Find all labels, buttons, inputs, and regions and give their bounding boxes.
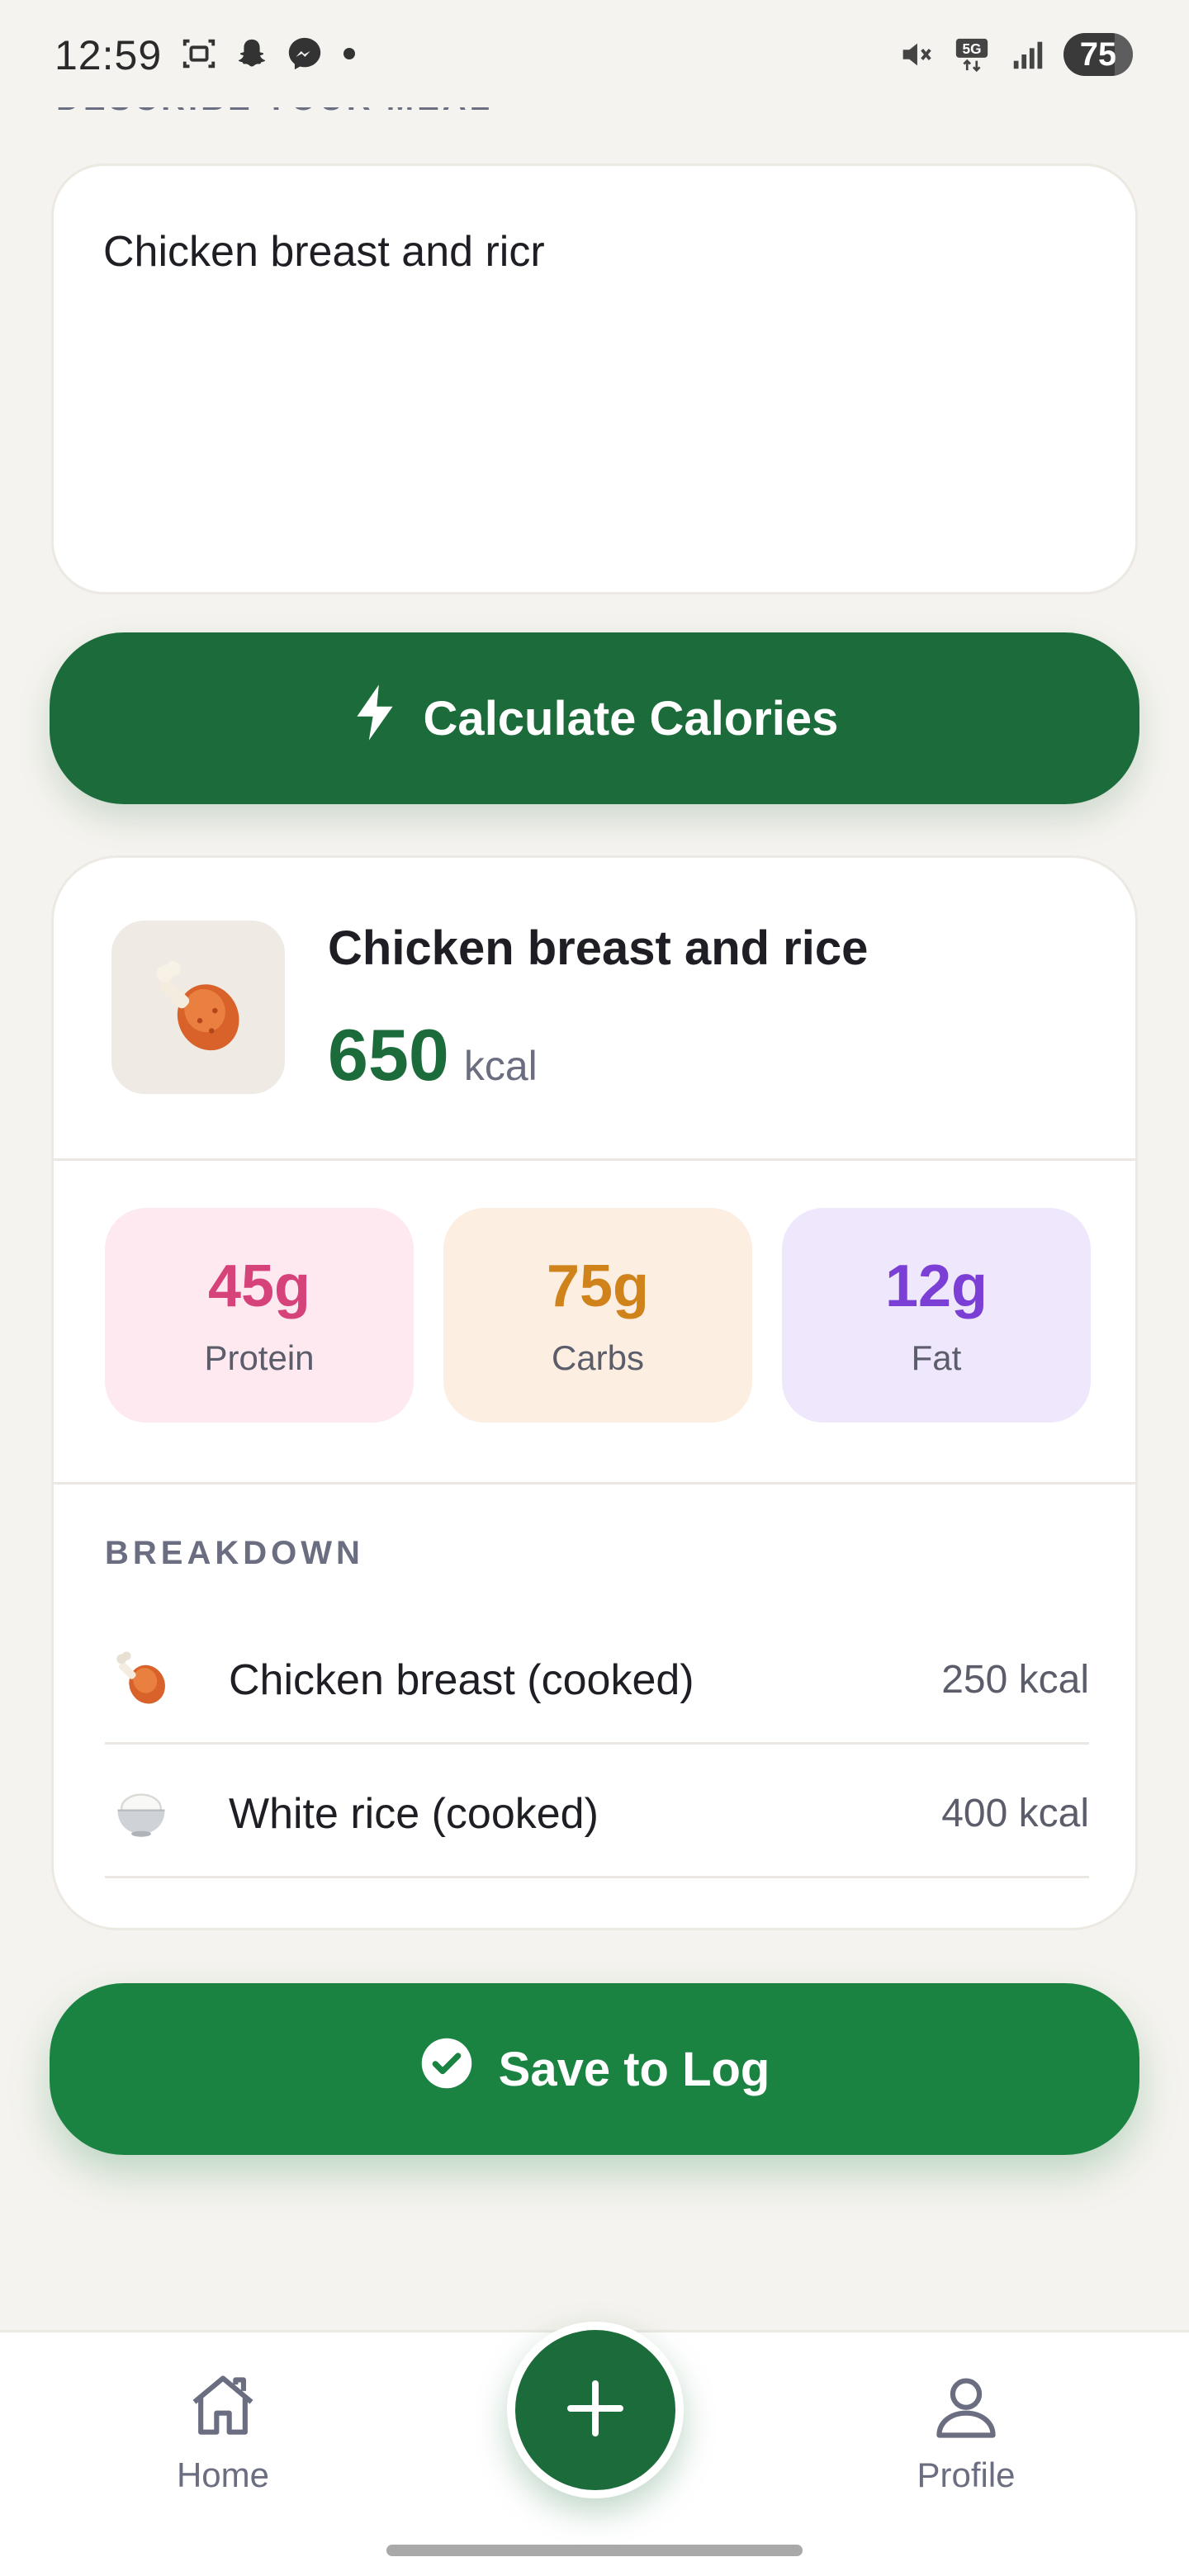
nav-profile[interactable]: Profile — [875, 2369, 1057, 2495]
check-circle-icon — [419, 2036, 474, 2102]
home-icon — [185, 2369, 261, 2449]
row-divider — [105, 1876, 1089, 1878]
calories-unit: kcal — [463, 1043, 538, 1089]
battery-level: 75 — [1079, 36, 1117, 73]
drumstick-icon — [110, 1647, 173, 1710]
meal-description-input[interactable]: Chicken breast and ricr — [51, 163, 1138, 594]
calories-value: 650 — [328, 1014, 449, 1096]
macro-protein: 45g Protein — [105, 1208, 414, 1423]
status-time: 12:59 — [54, 32, 163, 78]
5g-icon: 5G — [951, 34, 992, 75]
battery-icon: 75 — [1063, 33, 1133, 76]
nav-home[interactable]: Home — [132, 2369, 314, 2495]
fat-label: Fat — [911, 1338, 962, 1377]
calculate-calories-button[interactable]: Calculate Calories — [50, 632, 1139, 804]
nav-home-label: Home — [176, 2455, 270, 2494]
divider — [54, 1158, 1135, 1161]
status-bar: 12:59 5G 75 — [0, 0, 1189, 107]
protein-value: 45g — [207, 1253, 311, 1319]
macro-fat: 12g Fat — [782, 1208, 1091, 1423]
macro-carbs: 75g Carbs — [443, 1208, 752, 1423]
total-calories: 650 kcal — [328, 1013, 538, 1097]
protein-label: Protein — [204, 1338, 315, 1377]
plus-icon — [562, 2375, 628, 2446]
nav-profile-label: Profile — [917, 2455, 1016, 2494]
dot-icon — [343, 48, 355, 59]
messenger-icon — [284, 33, 325, 74]
breakdown-label: BREAKDOWN — [105, 1535, 364, 1571]
fat-value: 12g — [884, 1253, 988, 1319]
breakdown-item-kcal: 250 kcal — [941, 1658, 1089, 1702]
carbs-value: 75g — [546, 1253, 650, 1319]
breakdown-row: White rice (cooked) 400 kcal — [105, 1745, 1089, 1878]
food-name: Chicken breast and rice — [328, 921, 869, 975]
breakdown-item-name: White rice (cooked) — [229, 1790, 599, 1838]
home-indicator[interactable] — [386, 2545, 803, 2556]
rice-bowl-icon — [110, 1781, 173, 1844]
result-card: Chicken breast and rice 650 kcal 45g Pro… — [51, 855, 1138, 1930]
save-to-log-label: Save to Log — [498, 2042, 770, 2096]
breakdown-item-kcal: 400 kcal — [941, 1792, 1089, 1835]
save-to-log-button[interactable]: Save to Log — [50, 1983, 1139, 2155]
drumstick-icon — [156, 961, 239, 1051]
mute-icon — [895, 34, 936, 75]
breakdown-item-name: Chicken breast (cooked) — [229, 1656, 694, 1704]
notification-icons — [178, 33, 355, 74]
system-icons: 5G 75 — [895, 33, 1133, 76]
food-thumbnail — [111, 921, 285, 1094]
signal-icon — [1007, 34, 1049, 75]
profile-icon — [928, 2369, 1004, 2449]
lightning-icon — [351, 683, 399, 754]
calculate-calories-label: Calculate Calories — [423, 691, 839, 746]
svg-text:5G: 5G — [962, 40, 981, 57]
breakdown-row: Chicken breast (cooked) 250 kcal — [105, 1611, 1089, 1745]
snapchat-icon — [231, 33, 272, 74]
carbs-label: Carbs — [551, 1338, 645, 1377]
screenshot-icon — [178, 33, 220, 74]
add-meal-button[interactable] — [507, 2322, 684, 2498]
divider — [54, 1482, 1135, 1485]
